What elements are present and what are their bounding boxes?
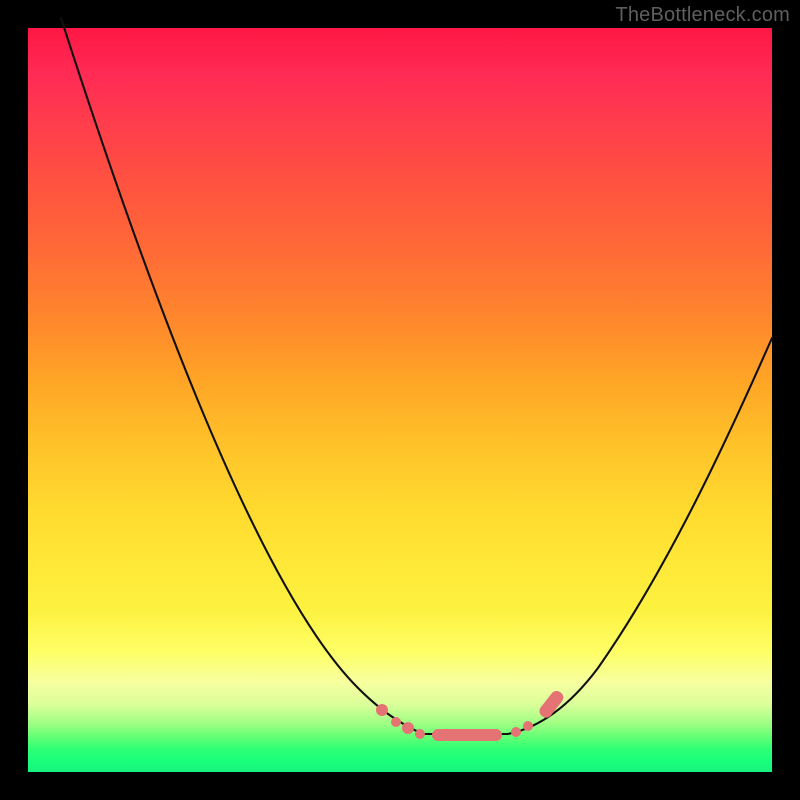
watermark-text: TheBottleneck.com (615, 4, 790, 27)
plot-area (28, 28, 772, 772)
marker-dot (511, 727, 521, 737)
marker-dot (523, 721, 533, 731)
marker-dot (376, 704, 388, 716)
marker-pill-bottom (432, 729, 502, 741)
curve-left-branch (61, 18, 423, 734)
curve-right-branch (508, 338, 772, 734)
marker-dot (402, 722, 414, 734)
curve-svg (28, 28, 772, 772)
chart-frame: TheBottleneck.com (0, 0, 800, 800)
marker-dot (415, 729, 425, 739)
marker-dot (391, 717, 401, 727)
